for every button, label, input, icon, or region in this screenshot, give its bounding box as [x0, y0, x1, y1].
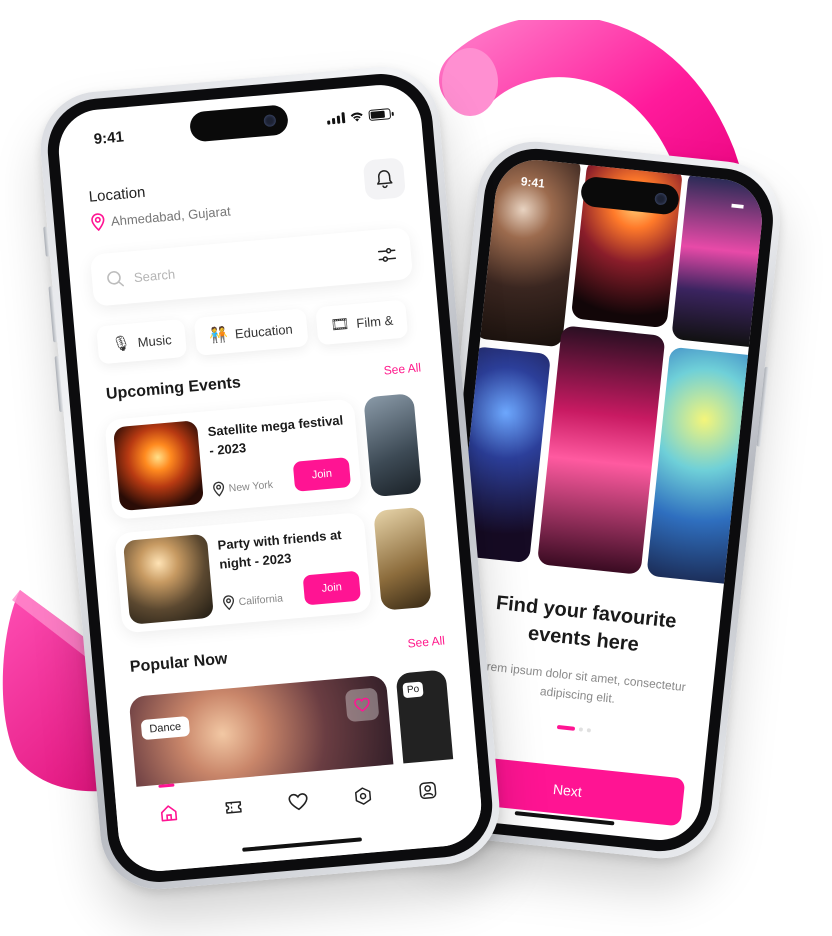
status-time: 9:41: [520, 174, 546, 191]
category-chip-music[interactable]: 🎙 Music: [96, 318, 188, 365]
event-photo-collage: [451, 155, 766, 597]
page-dot: [586, 728, 592, 733]
category-label: Music: [137, 331, 173, 350]
page-dot: [578, 727, 584, 732]
location-label: Location: [88, 183, 147, 206]
heart-icon: [354, 697, 370, 712]
mute-switch: [43, 226, 50, 257]
upcoming-see-all-link[interactable]: See All: [383, 360, 421, 377]
event-card-peek[interactable]: [363, 393, 422, 498]
volume-up-button: [48, 286, 58, 343]
location-pin-icon: [213, 481, 225, 497]
popular-see-all-link[interactable]: See All: [407, 633, 445, 650]
event-location: California: [222, 590, 284, 611]
category-tag: Po: [402, 681, 424, 699]
people-icon: 🧑‍🤝‍🧑: [208, 326, 229, 345]
battery-icon: ▬: [731, 196, 745, 212]
location-value: Ahmedabad, Gujarat: [110, 202, 232, 229]
event-thumbnail: [122, 533, 214, 625]
battery-icon: [368, 107, 392, 121]
category-chips: 🎙 Music 🧑‍🤝‍🧑 Education 🎞 Film &: [96, 299, 409, 365]
phone-home: 9:41 Location Ahmedabad, Gujarat Search …: [35, 62, 505, 894]
search-icon: [107, 271, 124, 287]
event-thumbnail: [113, 420, 205, 512]
microphone-icon: 🎙: [111, 334, 132, 354]
onboarding-title: Find your favourite events here: [494, 591, 678, 656]
home-icon: [161, 805, 178, 822]
event-title: Satellite mega festival - 2023: [207, 412, 344, 458]
hexagon-icon: [354, 787, 371, 805]
location-pin-icon: [91, 213, 105, 232]
power-button: [756, 366, 769, 447]
join-button[interactable]: Join: [292, 457, 352, 492]
tab-explore[interactable]: [347, 780, 380, 813]
tab-favorites[interactable]: [282, 786, 315, 819]
category-chip-film[interactable]: 🎞 Film &: [314, 299, 409, 346]
event-card[interactable]: Satellite mega festival - 2023 New York …: [104, 398, 363, 520]
event-location: New York: [212, 477, 273, 497]
volume-down-button: [54, 355, 64, 413]
ticket-icon: [225, 801, 242, 814]
search-bar[interactable]: Search: [89, 226, 414, 307]
event-location-text: New York: [228, 478, 274, 495]
phone-bezel: 9:41 Location Ahmedabad, Gujarat Search …: [43, 69, 497, 887]
filter-icon[interactable]: [376, 245, 397, 265]
photo-color-festival: [646, 346, 762, 586]
location-pin-icon: [223, 595, 235, 611]
join-button[interactable]: Join: [302, 570, 362, 606]
event-location-text: California: [238, 591, 284, 608]
notification-button[interactable]: [362, 157, 407, 201]
tab-home[interactable]: [153, 797, 186, 830]
event-title: Party with friends at night - 2023: [217, 527, 343, 572]
status-time: 9:41: [93, 127, 125, 148]
event-card[interactable]: Party with friends at night - 2023 Calif…: [114, 511, 373, 634]
location-block[interactable]: Location Ahmedabad, Gujarat: [88, 177, 231, 232]
home-screen: 9:41 Location Ahmedabad, Gujarat Search …: [55, 81, 485, 875]
tab-profile[interactable]: [411, 774, 444, 807]
category-label: Film &: [355, 312, 394, 331]
favorite-button[interactable]: [344, 687, 380, 723]
bell-icon: [377, 170, 393, 189]
wifi-icon: [350, 112, 363, 122]
event-card-peek[interactable]: [373, 506, 432, 611]
upcoming-events-title: Upcoming Events: [105, 374, 242, 403]
film-icon: 🎞: [329, 315, 351, 335]
heart-icon: [288, 793, 308, 811]
page-dot-active: [556, 724, 576, 731]
popular-now-header: Popular Now See All: [129, 631, 445, 676]
profile-icon: [418, 781, 436, 800]
category-tag: Dance: [140, 716, 190, 741]
onboarding-subtitle: Lorem ipsum dolor sit amet, consectetur …: [472, 657, 687, 706]
category-chip-education[interactable]: 🧑‍🤝‍🧑 Education: [193, 308, 309, 356]
popular-now-title: Popular Now: [129, 650, 229, 676]
search-input[interactable]: Search: [133, 249, 367, 285]
signal-icon: [326, 111, 346, 125]
category-label: Education: [234, 320, 294, 341]
tab-tickets[interactable]: [218, 791, 251, 824]
photo-pink-club: [536, 325, 666, 575]
page-indicator: [556, 724, 592, 733]
status-icons: [326, 107, 392, 125]
